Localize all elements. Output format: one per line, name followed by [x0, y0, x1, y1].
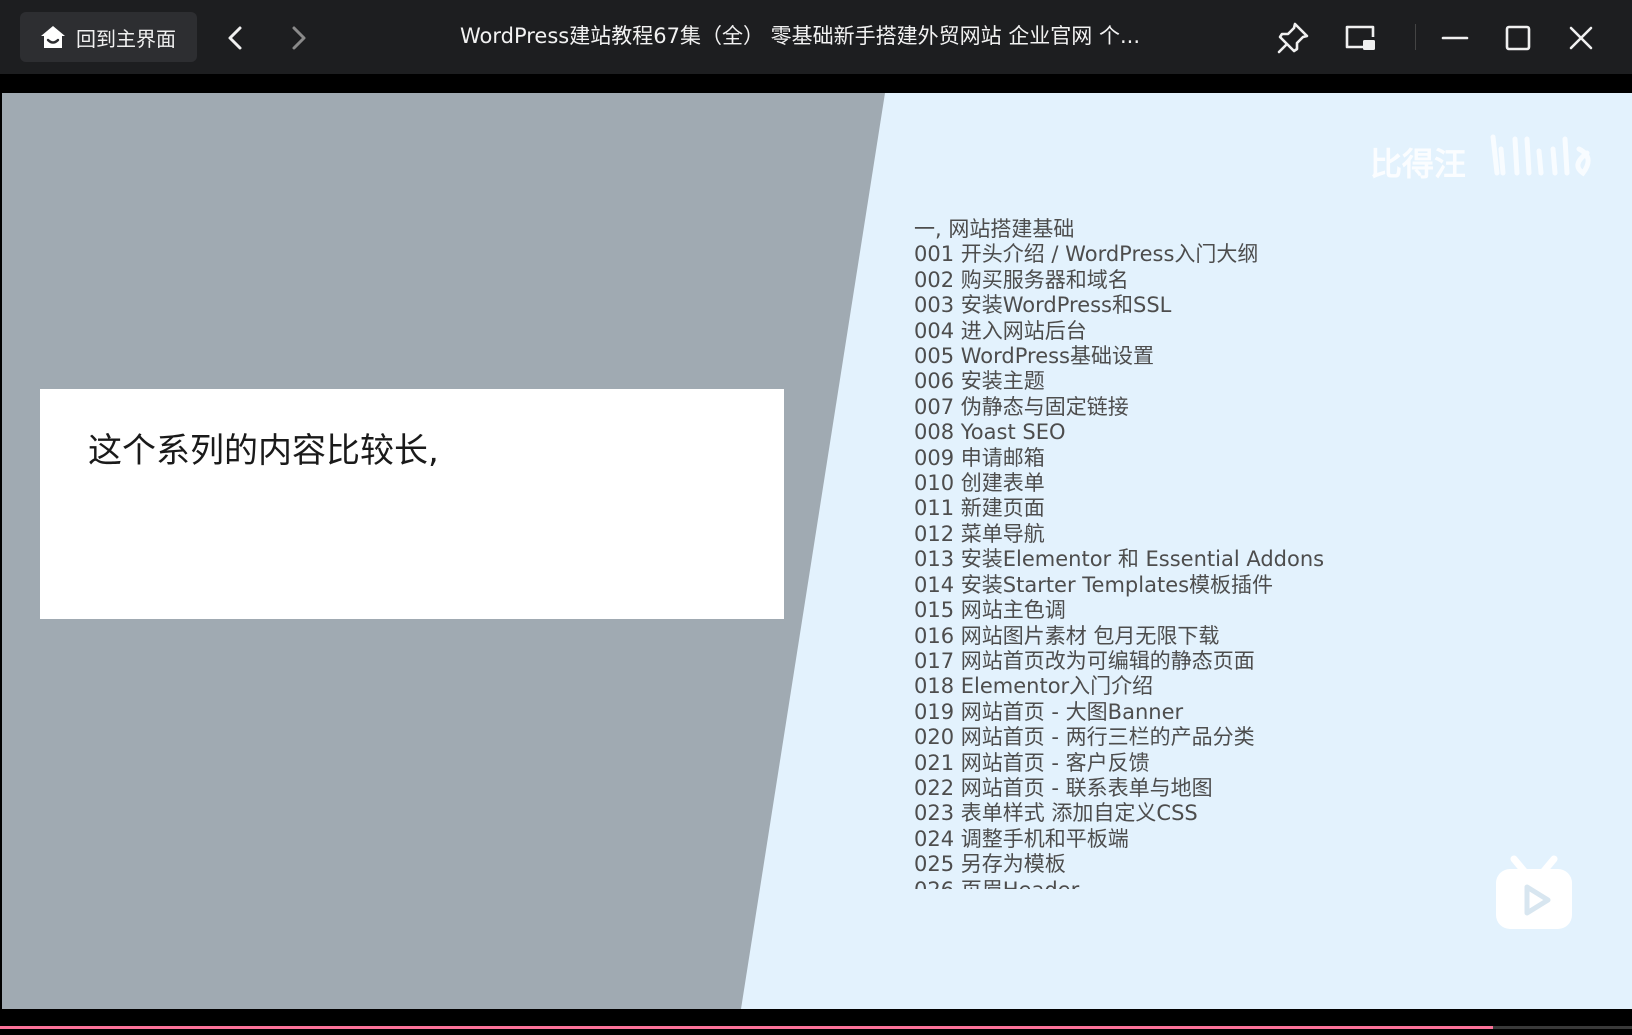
outline-item: 007 伪静态与固定链接	[914, 394, 1129, 419]
minimize-button[interactable]	[1436, 19, 1474, 57]
forward-icon	[292, 26, 306, 50]
close-icon	[1569, 26, 1593, 50]
outline-item: 019 网站首页 - 大图Banner	[914, 699, 1184, 724]
bilibili-watermark-logo	[1490, 134, 1591, 177]
maximize-button[interactable]	[1499, 19, 1537, 57]
picture-in-picture-button[interactable]	[1341, 19, 1379, 57]
window-title: WordPress建站教程67集（全） 零基础新手搭建外贸网站 企业官网 个..…	[459, 24, 1141, 48]
minimize-icon	[1441, 36, 1469, 40]
caption-box: 这个系列的内容比较长,	[40, 389, 784, 619]
outline-item: 024 调整手机和平板端	[914, 826, 1129, 851]
outline-item: 012 菜单导航	[914, 521, 1045, 546]
picture-in-picture-icon	[1345, 25, 1375, 50]
outline-item: 011 新建页面	[914, 496, 1045, 521]
home-icon	[41, 26, 65, 48]
playback-progress-fill	[0, 1026, 1494, 1029]
title-bar: 回到主界面 WordPress建站教程67集（全） 零基础新手搭建外贸网站 企业…	[0, 0, 1632, 74]
outline-item: 021 网站首页 - 客户反馈	[914, 750, 1150, 775]
caption-text: 这个系列的内容比较长,	[88, 431, 439, 471]
playback-progress-bar[interactable]	[0, 1026, 1632, 1029]
pin-button[interactable]	[1274, 19, 1312, 57]
outline-item: 025 另存为模板	[914, 852, 1066, 877]
outline-item: 026 页眉Header	[914, 878, 1334, 889]
back-button[interactable]	[218, 20, 254, 56]
outline-item: 016 网站图片素材 包月无限下载	[914, 623, 1220, 648]
pin-icon	[1277, 22, 1309, 54]
outline-item: 009 申请邮箱	[914, 445, 1045, 470]
outline-item: 017 网站首页改为可编辑的静态页面	[914, 648, 1255, 673]
home-button-label: 回到主界面	[76, 26, 176, 51]
outline-item: 020 网站首页 - 两行三栏的产品分类	[914, 725, 1255, 750]
outline-item: 一, 网站搭建基础	[914, 217, 1075, 241]
outline-item: 001 开头介绍 / WordPress入门大纲	[914, 242, 1259, 267]
outline-item: 003 安装WordPress和SSL	[914, 293, 1172, 318]
bilibili-tv-icon	[1496, 855, 1572, 929]
uploader-watermark: 比得汪	[1370, 145, 1467, 183]
forward-button[interactable]	[280, 20, 316, 56]
home-button[interactable]: 回到主界面	[20, 12, 197, 62]
outline-item: 010 创建表单	[914, 471, 1045, 496]
maximize-icon	[1505, 25, 1531, 51]
outline-item: 015 网站主色调	[914, 598, 1066, 623]
titlebar-separator	[1415, 24, 1416, 50]
outline-item: 002 购买服务器和域名	[914, 267, 1129, 292]
outline-item: 006 安装主题	[914, 369, 1045, 394]
outline-item: 014 安装Starter Templates模板插件	[914, 572, 1274, 597]
close-button[interactable]	[1562, 19, 1600, 57]
course-outline: 一, 网站搭建基础 001 开头介绍 / WordPress入门大纲 002 购买服…	[914, 217, 1334, 889]
video-player[interactable]: 这个系列的内容比较长, 比得汪 一, 网站搭建基础 001 开头介绍 / Word…	[2, 93, 1632, 1009]
outline-item: 018 Elementor入门介绍	[914, 674, 1154, 699]
bilibili-logo-button[interactable]	[1492, 851, 1576, 935]
outline-item: 022 网站首页 - 联系表单与地图	[914, 775, 1213, 800]
outline-item: 005 WordPress基础设置	[914, 344, 1155, 369]
outline-item: 004 进入网站后台	[914, 318, 1087, 343]
outline-item: 013 安装Elementor 和 Essential Addons	[914, 547, 1325, 572]
back-icon	[228, 26, 242, 50]
outline-item: 008 Yoast SEO	[914, 420, 1066, 445]
outline-item: 023 表单样式 添加自定义CSS	[914, 801, 1198, 826]
